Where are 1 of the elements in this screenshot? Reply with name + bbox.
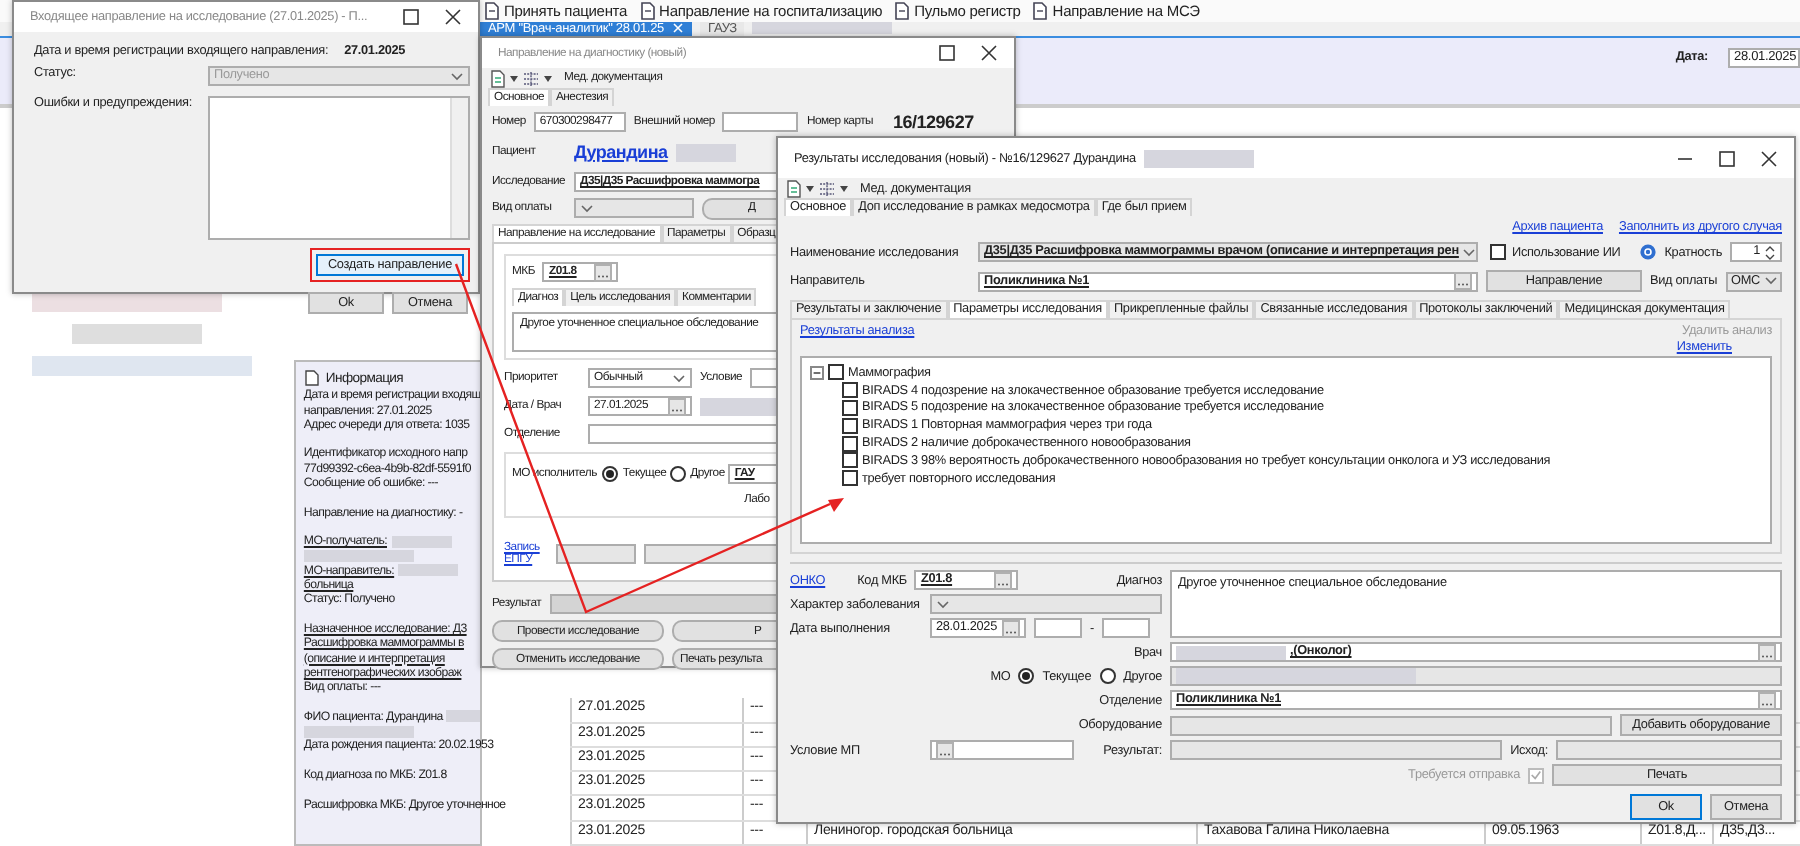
card-number: 16/129627 [893, 112, 974, 132]
